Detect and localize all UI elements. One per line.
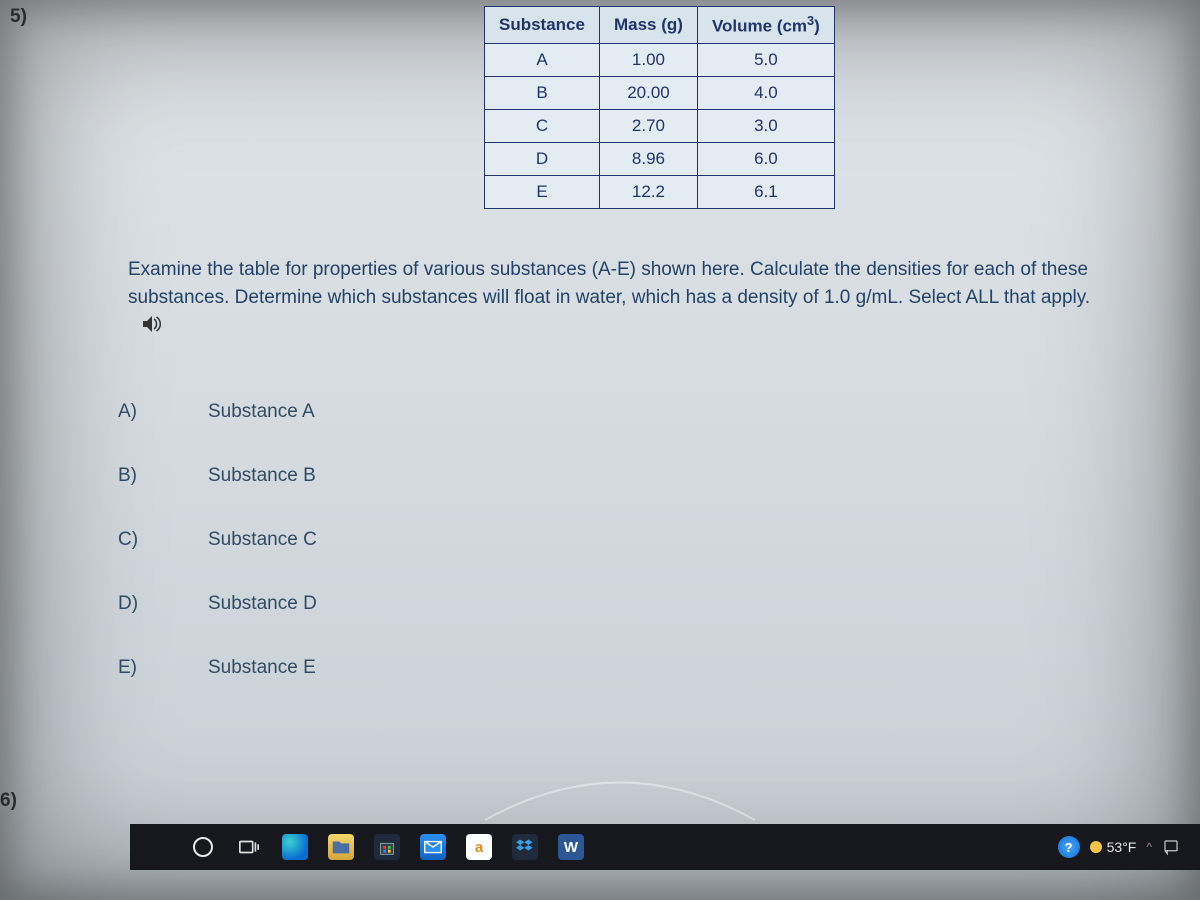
answer-choice-E[interactable]: E) Substance E: [118, 636, 317, 700]
table-cell-mass: 2.70: [599, 109, 697, 142]
table-cell-substance: A: [485, 43, 600, 76]
answer-choice-B[interactable]: B) Substance B: [118, 444, 317, 508]
table-cell-mass: 12.2: [599, 175, 697, 208]
screen-photo: 5) 6) Substance Mass (g) Volume (cm3) A1…: [0, 0, 1200, 900]
choice-label: Substance A: [208, 401, 315, 423]
answer-choice-D[interactable]: D) Substance D: [118, 572, 317, 636]
question-number-5: 5): [10, 6, 27, 28]
weather-widget[interactable]: 53°F: [1090, 839, 1137, 855]
col-mass: Mass (g): [599, 7, 697, 44]
cortana-icon[interactable]: [186, 830, 220, 864]
task-view-icon[interactable]: [232, 830, 266, 864]
answer-choice-C[interactable]: C) Substance C: [118, 508, 317, 572]
mail-icon[interactable]: [416, 830, 450, 864]
table-cell-volume: 6.0: [697, 142, 834, 175]
choice-letter: D): [118, 593, 148, 615]
choice-label: Substance C: [208, 529, 317, 551]
choice-label: Substance B: [208, 465, 316, 487]
choice-letter: B): [118, 465, 148, 487]
table-cell-volume: 4.0: [697, 76, 834, 109]
table-row: C2.703.0: [485, 109, 835, 142]
substance-table: Substance Mass (g) Volume (cm3) A1.005.0…: [484, 6, 835, 209]
table-cell-mass: 8.96: [599, 142, 697, 175]
choice-letter: A): [118, 401, 148, 423]
answer-choice-A[interactable]: A) Substance A: [118, 380, 317, 444]
table-cell-mass: 20.00: [599, 76, 697, 109]
col-substance: Substance: [485, 7, 600, 44]
question-number-6: 6): [0, 790, 17, 812]
table-cell-mass: 1.00: [599, 43, 697, 76]
amazon-icon[interactable]: a: [462, 830, 496, 864]
table-row: D8.966.0: [485, 142, 835, 175]
answer-choices: A) Substance A B) Substance B C) Substance C D…: [118, 380, 317, 700]
choice-letter: C): [118, 529, 148, 551]
col-volume: Volume (cm3): [697, 7, 834, 44]
table-row: E12.26.1: [485, 175, 835, 208]
table-cell-substance: E: [485, 175, 600, 208]
chevron-up-icon[interactable]: ^: [1146, 840, 1152, 854]
dropbox-icon[interactable]: [508, 830, 542, 864]
choice-label: Substance E: [208, 657, 316, 679]
question-prompt: Examine the table for properties of vari…: [128, 256, 1140, 311]
weather-icon: [1090, 841, 1102, 853]
table-cell-volume: 5.0: [697, 43, 834, 76]
choice-letter: E): [118, 657, 148, 679]
table-row: A1.005.0: [485, 43, 835, 76]
notifications-icon[interactable]: [1162, 838, 1180, 856]
table-cell-volume: 6.1: [697, 175, 834, 208]
choice-label: Substance D: [208, 593, 317, 615]
table-cell-substance: D: [485, 142, 600, 175]
table-row: B20.004.0: [485, 76, 835, 109]
temperature-text: 53°F: [1107, 839, 1137, 855]
edge-browser-icon[interactable]: [278, 830, 312, 864]
table-cell-substance: C: [485, 109, 600, 142]
file-explorer-icon[interactable]: [324, 830, 358, 864]
meet-now-icon[interactable]: ?: [1058, 836, 1080, 858]
table-cell-volume: 3.0: [697, 109, 834, 142]
windows-taskbar: a W ? 53°F ^: [130, 824, 1200, 870]
reflection-curve: [480, 765, 760, 825]
microsoft-store-icon[interactable]: [370, 830, 404, 864]
word-icon[interactable]: W: [554, 830, 588, 864]
speaker-icon[interactable]: [140, 312, 164, 342]
table-cell-substance: B: [485, 76, 600, 109]
